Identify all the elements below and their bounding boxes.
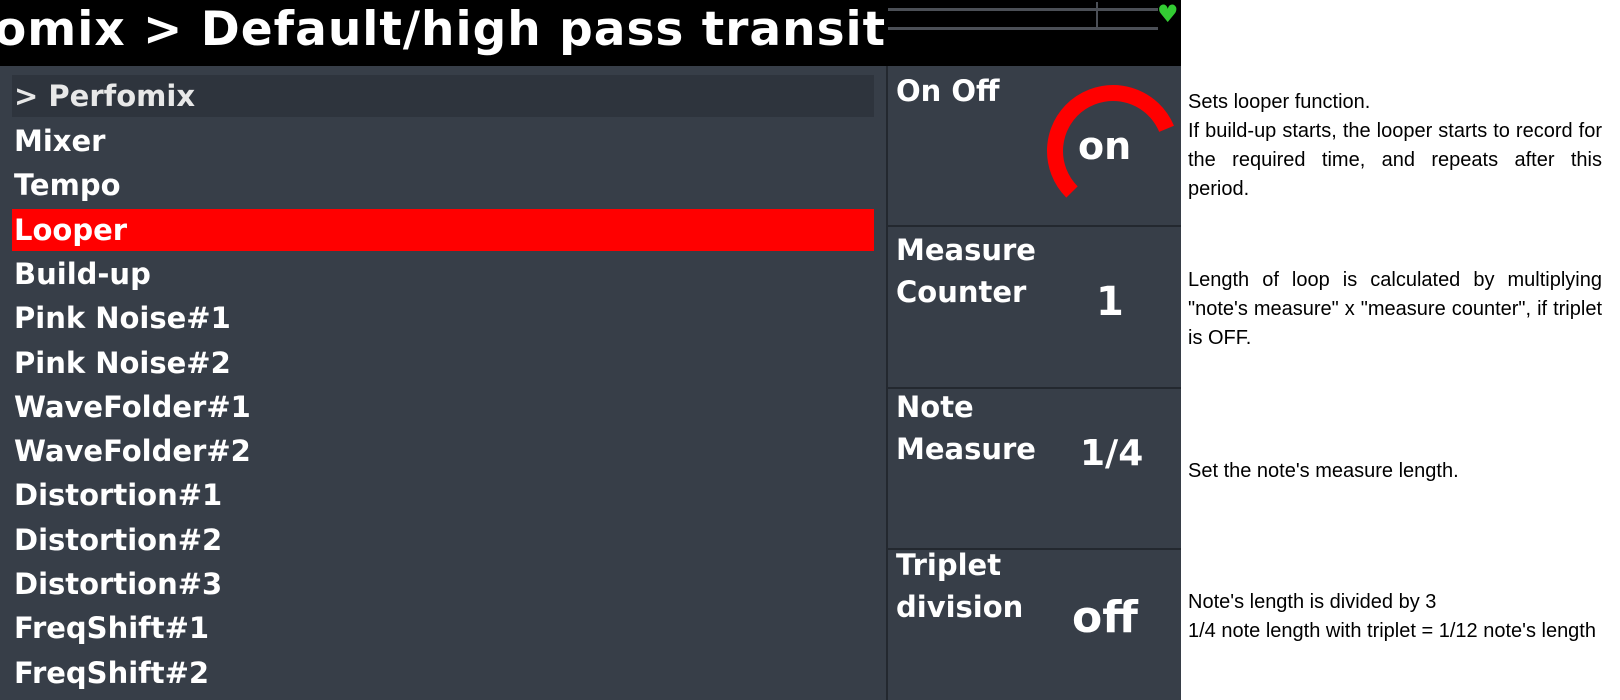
meter-tick — [1096, 2, 1098, 30]
annotation-line: Note's length is divided by 3 — [1188, 591, 1437, 613]
title-bar: omix > Default/high pass transiti — [0, 0, 886, 66]
annotation-measure-counter: Length of loop is calculated by multiply… — [1188, 266, 1602, 353]
annotation-triplet: Note's length is divided by 3 1/4 note l… — [1188, 588, 1602, 646]
page-title: omix > Default/high pass transiti — [0, 2, 886, 57]
synth-screen: omix > Default/high pass transiti ♥ > Pe… — [0, 0, 1181, 700]
menu-item-distortion-2[interactable]: Distortion#2 — [12, 519, 874, 561]
menu-item-distortion-3[interactable]: Distortion#3 — [12, 563, 874, 605]
param-measure-counter[interactable]: Measure Counter 1 — [888, 227, 1181, 389]
param-value: 1/4 — [1080, 433, 1144, 474]
annotation-panel: Sets looper function. If build-up starts… — [1188, 0, 1604, 700]
heart-icon: ♥ — [1157, 0, 1179, 28]
menu-item-pink-noise-2[interactable]: Pink Noise#2 — [12, 342, 874, 384]
annotation-line: If build-up starts, the looper starts to… — [1188, 120, 1602, 200]
menu-item-freqshift-1[interactable]: FreqShift#1 — [12, 607, 874, 649]
param-value: 1 — [1096, 279, 1124, 325]
menu-item-wavefolder-1[interactable]: WaveFolder#1 — [12, 386, 874, 428]
annotation-line: 1/4 note length with triplet = 1/12 note… — [1188, 620, 1596, 642]
annotation-on-off: Sets looper function. If build-up starts… — [1188, 88, 1602, 204]
param-triplet[interactable]: Triplet division off — [888, 548, 1181, 700]
param-note-measure[interactable]: Note Measure 1/4 — [888, 389, 1181, 550]
param-on-off[interactable]: On Off on — [888, 66, 1181, 227]
meter-line-top — [888, 8, 1158, 11]
annotation-line: Set the note's measure length. — [1188, 460, 1459, 482]
menu-item-looper[interactable]: Looper — [12, 209, 874, 251]
param-value: off — [1072, 592, 1138, 643]
menu-list: > Perfomix Mixer Tempo Looper Build-up Pink … — [0, 66, 886, 700]
annotation-line: Sets looper function. — [1188, 91, 1371, 113]
menu-breadcrumb[interactable]: > Perfomix — [12, 75, 874, 117]
annotation-note-measure: Set the note's measure length. — [1188, 457, 1602, 486]
menu-item-distortion-1[interactable]: Distortion#1 — [12, 474, 874, 516]
annotation-line: Length of loop is calculated by multiply… — [1188, 269, 1602, 349]
menu-item-freqshift-2[interactable]: FreqShift#2 — [12, 652, 874, 694]
menu-item-wavefolder-2[interactable]: WaveFolder#2 — [12, 430, 874, 472]
param-label: Measure Counter — [896, 233, 1036, 309]
meter-line-bottom — [888, 27, 1158, 30]
param-value: on — [1078, 124, 1132, 168]
param-label: Triplet division — [896, 548, 1024, 624]
menu-item-build-up[interactable]: Build-up — [12, 253, 874, 295]
menu-item-mixer[interactable]: Mixer — [12, 120, 874, 162]
menu-item-pink-noise-1[interactable]: Pink Noise#1 — [12, 297, 874, 339]
param-label: On Off — [896, 74, 1000, 108]
menu-item-tempo[interactable]: Tempo — [12, 164, 874, 206]
level-meter: ♥ — [886, 0, 1181, 66]
